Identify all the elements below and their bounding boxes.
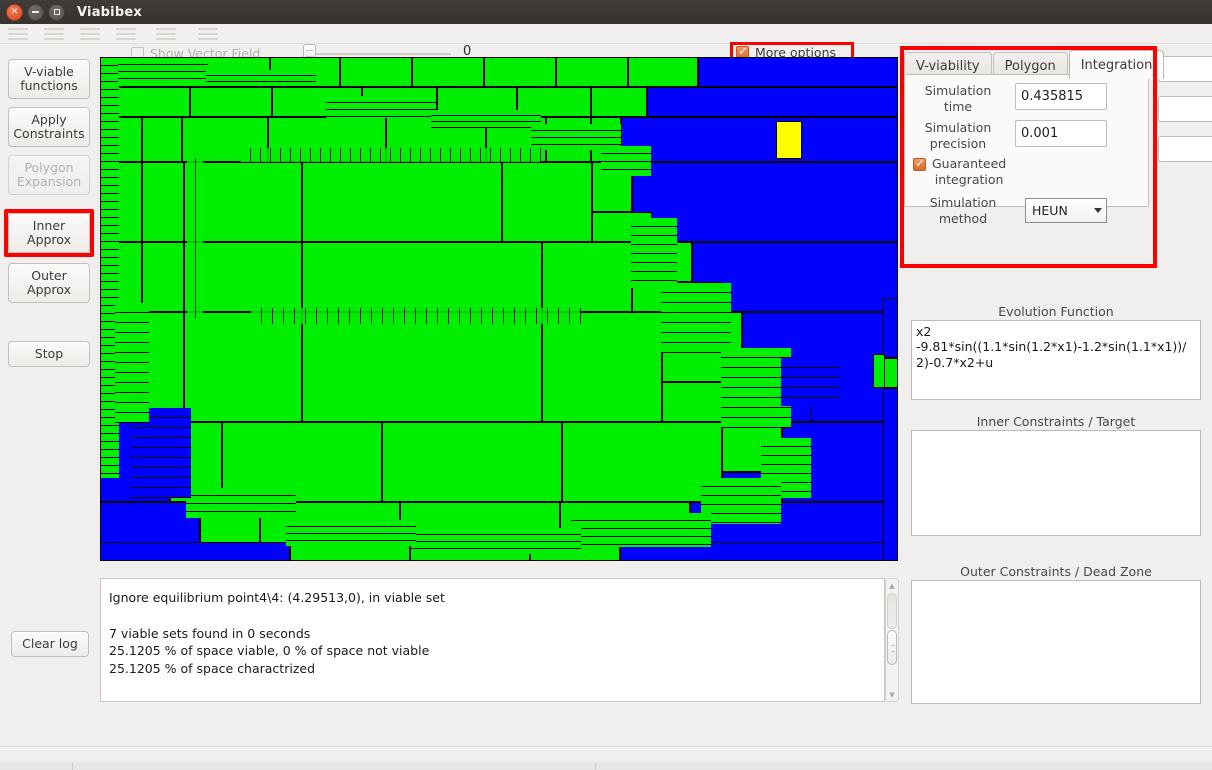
v-viable-functions-button[interactable]: V-viable functions [8, 59, 90, 99]
label-line: method [938, 210, 988, 226]
menu-toolbar [0, 24, 1212, 44]
stop-button[interactable]: Stop [8, 341, 90, 367]
menu-icon-4[interactable] [116, 28, 136, 40]
chevron-down-icon [1094, 208, 1102, 214]
simulation-method-label: Simulation method [915, 195, 1011, 226]
btn-line: Apply [31, 111, 67, 127]
label-line: Simulation [924, 83, 992, 98]
window-title: Viabibex [77, 4, 142, 20]
outer-constraints-textarea[interactable] [911, 580, 1201, 704]
btn-line: Polygon [24, 159, 74, 175]
btn-line: Inner [32, 217, 66, 233]
btn-line: Stop [34, 345, 64, 361]
background-spinner-3[interactable]: ▲▼ [1158, 136, 1212, 162]
window-controls: ✕ [0, 3, 65, 21]
simulation-time-label: Simulation time [915, 83, 1001, 114]
minimize-window-icon[interactable] [27, 3, 44, 21]
menu-icon-1[interactable] [8, 28, 28, 40]
outer-approx-button[interactable]: Outer Approx [8, 263, 90, 303]
scroll-up-icon[interactable]: ▲ [886, 579, 898, 592]
inner-constraints-title: Inner Constraints / Target [976, 414, 1136, 429]
background-spinner-2-field[interactable] [1158, 96, 1212, 122]
evolution-function-textarea[interactable]: x2 -9.81*sin((1.1*sin(1.2*x1)-1.2*sin(1.… [911, 320, 1201, 400]
menu-icon-3[interactable] [80, 28, 100, 40]
label-line: time [943, 98, 973, 114]
viability-plot[interactable] [100, 57, 898, 561]
simulation-method-select[interactable]: HEUN [1025, 198, 1107, 224]
label-line: Simulation [929, 195, 997, 210]
right-panel: ▲▼ ▲▼ ▲▼ V-viability Polygon Integration [900, 46, 1212, 746]
evolution-function-title: Evolution Function [998, 304, 1114, 319]
simulation-precision-label: Simulation precision [915, 120, 1001, 151]
label-line: integration [934, 171, 1004, 187]
simulation-time-input[interactable]: 0.435815 [1015, 83, 1107, 110]
log-scrollbar[interactable]: ▲ ▼ [885, 578, 899, 702]
tab-integration[interactable]: Integration [1068, 50, 1165, 79]
application-window: ✕ Viabibex V-viable functions Apply Cons… [0, 0, 1212, 770]
inner-constraints-textarea[interactable] [911, 430, 1201, 536]
background-spinner-1-field[interactable] [1158, 56, 1212, 82]
tab-label: Integration [1080, 57, 1153, 73]
btn-line: Approx [27, 282, 71, 297]
tab-label: V-viability [916, 58, 980, 74]
inner-approx-button[interactable]: Inner Approx [8, 213, 90, 253]
clear-log-label: Clear log [22, 635, 78, 651]
label-line: Simulation [924, 120, 992, 135]
guaranteed-integration-label: Guaranteed integration [932, 156, 1006, 187]
maximize-window-icon[interactable] [48, 3, 65, 21]
scrollbar-thumb[interactable] [887, 630, 897, 665]
label-line: Guaranteed [932, 156, 1007, 171]
btn-line: Outer [31, 267, 67, 283]
scrollbar-upper-track[interactable] [887, 593, 897, 629]
log-output[interactable]: Ignore equilibrium point4\4: (4.29513,0)… [100, 578, 885, 702]
desktop-taskbar [0, 762, 1212, 770]
btn-line: functions [20, 78, 78, 93]
background-spinner-3-field[interactable] [1158, 136, 1212, 162]
taskbar-item-2 [900, 762, 904, 770]
polygon-expansion-button: Polygon Expansion [8, 155, 90, 195]
btn-line: Approx [27, 232, 71, 247]
menu-icon-5[interactable] [156, 28, 176, 40]
simulation-method-value: HEUN [1032, 203, 1068, 219]
background-spinner-2[interactable]: ▲▼ [1158, 96, 1212, 122]
btn-line: Constraints [13, 126, 85, 141]
status-bar [0, 746, 1212, 762]
scroll-down-icon[interactable]: ▼ [886, 688, 898, 701]
guaranteed-integration-checkbox[interactable] [913, 156, 926, 171]
title-bar: ✕ Viabibex [0, 0, 1212, 24]
menu-icon-2[interactable] [44, 28, 64, 40]
taskbar-item-1 [180, 762, 184, 770]
integration-tab-panel: Simulation time 0.435815 Simulation prec… [904, 74, 1149, 226]
menu-icon-6[interactable] [198, 28, 218, 40]
tab-label: Polygon [1004, 58, 1056, 74]
btn-line: Expansion [16, 174, 82, 189]
background-spinner-1[interactable]: ▲▼ [1158, 56, 1212, 82]
label-line: precision [929, 135, 987, 151]
apply-constraints-button[interactable]: Apply Constraints [8, 107, 90, 147]
clear-log-button[interactable]: Clear log [11, 631, 89, 657]
scrollbar-trough[interactable] [886, 592, 898, 688]
left-sidebar: V-viable functions Apply Constraints Pol… [0, 46, 98, 746]
simulation-precision-input[interactable]: 0.001 [1015, 120, 1107, 147]
outer-constraints-title: Outer Constraints / Dead Zone [960, 564, 1152, 579]
guaranteed-integration-row[interactable]: Guaranteed integration [913, 156, 1143, 187]
close-window-icon[interactable]: ✕ [6, 3, 23, 21]
btn-line: V-viable [24, 63, 74, 79]
slider-track[interactable] [303, 53, 451, 55]
